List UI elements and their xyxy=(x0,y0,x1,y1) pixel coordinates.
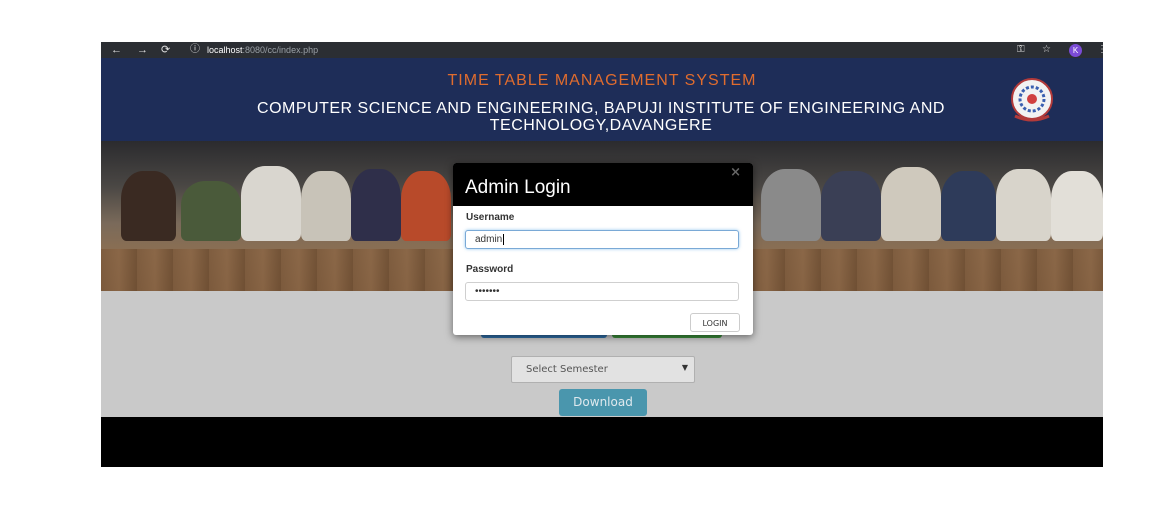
site-header: TIME TABLE MANAGEMENT SYSTEM COMPUTER SC… xyxy=(101,58,1103,141)
key-icon[interactable]: ⚿ xyxy=(1017,43,1025,57)
close-icon[interactable]: × xyxy=(730,165,741,180)
menu-icon[interactable]: ⋮ xyxy=(1097,43,1103,57)
profile-avatar[interactable]: K xyxy=(1069,44,1082,57)
person xyxy=(401,171,451,241)
address-bar[interactable]: localhost:8080/cc/index.php xyxy=(207,44,318,56)
login-button[interactable]: LOGIN xyxy=(690,313,740,332)
browser-toolbar: ← → ⟳ ⓘ localhost:8080/cc/index.php ⚿ ☆ … xyxy=(101,42,1103,58)
url-path: :8080/cc/index.php xyxy=(242,45,319,55)
browser-window: ← → ⟳ ⓘ localhost:8080/cc/index.php ⚿ ☆ … xyxy=(101,42,1103,467)
password-field[interactable]: ••••••• xyxy=(465,282,739,301)
person xyxy=(181,181,241,241)
modal-header: Admin Login × xyxy=(453,163,753,206)
person xyxy=(241,166,301,241)
person xyxy=(351,169,401,241)
semester-select-value: Select Semester xyxy=(526,364,608,375)
text-cursor xyxy=(503,234,505,245)
back-arrow-icon[interactable]: ← xyxy=(111,43,122,57)
person xyxy=(761,169,821,241)
person xyxy=(941,171,996,241)
username-field[interactable]: admin xyxy=(465,230,739,249)
person xyxy=(301,171,351,241)
person xyxy=(821,171,881,241)
person xyxy=(996,169,1051,241)
username-label: Username xyxy=(466,212,515,223)
username-value: admin xyxy=(475,234,503,246)
person xyxy=(121,171,176,241)
url-host: localhost xyxy=(207,45,243,55)
password-label: Password xyxy=(466,264,514,275)
star-icon[interactable]: ☆ xyxy=(1042,43,1051,57)
info-icon[interactable]: ⓘ xyxy=(190,43,200,57)
admin-login-modal: Admin Login × Username admin Password ••… xyxy=(453,163,753,335)
download-button[interactable]: Download xyxy=(559,389,647,416)
person xyxy=(881,167,941,241)
modal-title: Admin Login xyxy=(465,177,571,198)
footer xyxy=(101,417,1103,467)
college-logo-icon xyxy=(1011,78,1053,122)
system-title: TIME TABLE MANAGEMENT SYSTEM xyxy=(447,72,757,89)
person xyxy=(1051,171,1103,241)
forward-arrow-icon[interactable]: → xyxy=(137,43,148,57)
semester-select[interactable]: Select Semester ▼ xyxy=(511,356,695,383)
caret-down-icon: ▼ xyxy=(681,363,688,372)
college-name: COMPUTER SCIENCE AND ENGINEERING, BAPUJI… xyxy=(257,100,945,134)
reload-icon[interactable]: ⟳ xyxy=(161,43,170,57)
password-value: ••••••• xyxy=(475,286,500,297)
